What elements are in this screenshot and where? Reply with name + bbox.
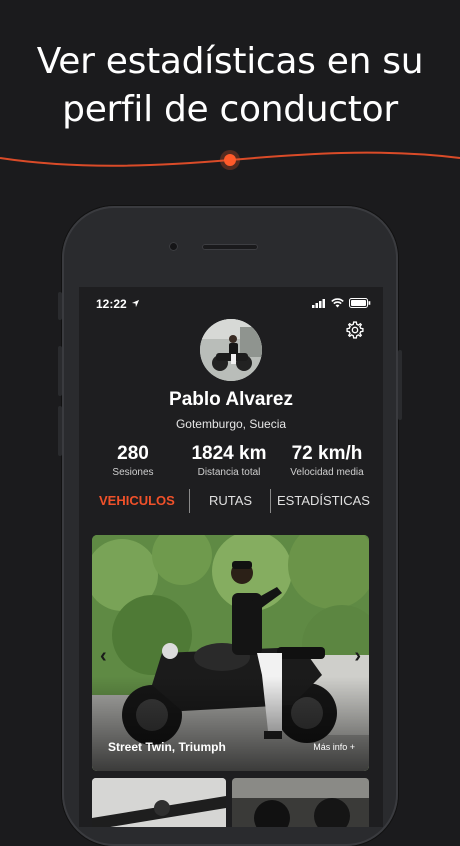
wifi-icon: [331, 298, 344, 308]
tab-divider: [270, 489, 271, 513]
app-screen: 12:22 Pablo Alvarez Gotemburgo, Suecia 2…: [79, 287, 383, 827]
location-arrow-icon: [131, 299, 140, 308]
profile-tabs: VEHICULOS RUTAS ESTADÍSTICAS: [79, 487, 383, 513]
headline-line-1: Ver estadísticas en su: [36, 41, 424, 82]
signal-icon: [312, 298, 325, 308]
headline: Ver estadísticas en su perfil de conduct…: [0, 38, 460, 134]
stat-sessions: 280 Sesiones: [101, 443, 165, 478]
stat-speed-value: 72 km/h: [291, 443, 363, 464]
avatar-photo: [200, 319, 262, 381]
headline-line-2: perfil de conductor: [62, 89, 398, 130]
stat-distance-value: 1824 km: [191, 443, 267, 464]
thumbnail-photo: [92, 778, 226, 827]
tab-vehiculos[interactable]: VEHICULOS: [99, 493, 175, 508]
vehicle-title: Street Twin, Triumph: [108, 740, 226, 754]
tab-divider: [189, 489, 190, 513]
phone-camera: [169, 242, 178, 251]
avatar[interactable]: [200, 319, 262, 381]
phone-volume-down: [58, 406, 62, 456]
profile-name: Pablo Alvarez: [169, 389, 293, 410]
phone-speaker: [202, 244, 258, 250]
stat-sessions-label: Sesiones: [112, 467, 154, 478]
stat-distance-label: Distancia total: [197, 467, 261, 478]
phone-power-button: [398, 350, 402, 420]
gear-icon[interactable]: [345, 320, 365, 340]
more-info-link[interactable]: Más info +: [313, 742, 355, 752]
stat-sessions-value: 280: [117, 443, 149, 464]
vehicle-thumbnail[interactable]: [232, 778, 369, 827]
status-bar: 12:22: [79, 287, 383, 317]
phone-side-button: [58, 292, 62, 320]
stat-speed-label: Velocidad media: [290, 467, 364, 478]
thumbnail-photo: [232, 778, 369, 827]
tab-estadisticas[interactable]: ESTADÍSTICAS: [277, 493, 370, 508]
stat-speed: 72 km/h Velocidad media: [283, 443, 371, 478]
vehicle-photo: [92, 535, 369, 771]
profile-location: Gotemburgo, Suecia: [175, 417, 287, 431]
vehicle-card[interactable]: ‹ › Street Twin, Triumph Más info +: [92, 535, 369, 771]
status-time: 12:22: [96, 297, 127, 311]
phone-volume-up: [58, 346, 62, 396]
chevron-right-icon[interactable]: ›: [354, 645, 361, 668]
chevron-left-icon[interactable]: ‹: [100, 645, 107, 668]
tab-rutas[interactable]: RUTAS: [209, 493, 252, 508]
vehicle-thumbnail[interactable]: [92, 778, 226, 827]
accent-wave: [0, 150, 460, 170]
battery-icon: [349, 298, 371, 308]
stat-distance: 1824 km Distancia total: [181, 443, 277, 478]
